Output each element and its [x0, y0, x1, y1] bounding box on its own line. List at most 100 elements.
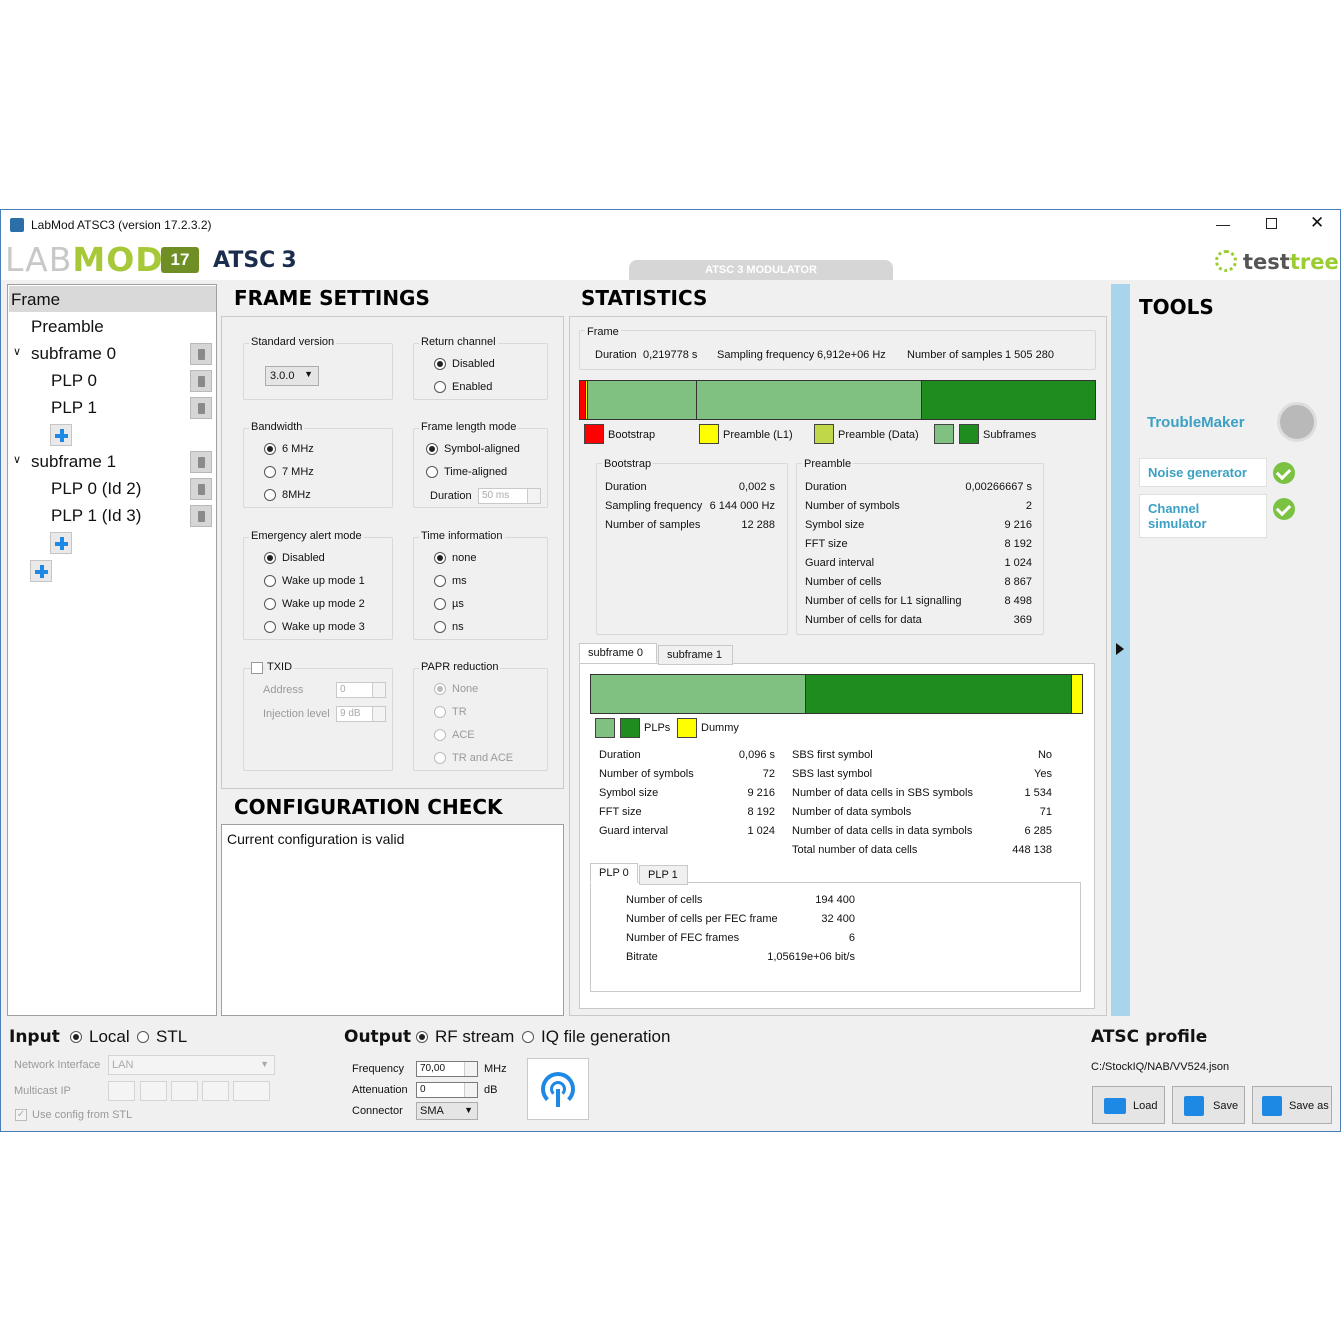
tab-subframe-0[interactable]: subframe 0	[579, 643, 657, 663]
stat-value: 194 400	[815, 894, 855, 906]
frame-samples-label: Number of samples	[907, 349, 1003, 361]
add-subframe-button[interactable]	[30, 560, 52, 582]
noise-generator-button[interactable]: Noise generator	[1139, 458, 1267, 487]
delete-subframe-1-button[interactable]	[190, 451, 212, 473]
return-channel-enabled-radio[interactable]	[434, 381, 446, 393]
app-icon	[10, 218, 24, 232]
plps-legend: PLPs	[644, 722, 671, 734]
expand-arrow-icon[interactable]	[1116, 643, 1124, 655]
delete-sf0-plp1-button[interactable]	[190, 397, 212, 419]
input-stl-radio[interactable]	[137, 1031, 149, 1043]
tree-item-sf1-plp0[interactable]: PLP 0 (Id 2)	[51, 479, 141, 499]
delete-sf1-plp1-button[interactable]	[190, 505, 212, 527]
frequency-spinbox[interactable]: 70,00	[416, 1061, 478, 1077]
bandwidth-6mhz-radio[interactable]	[264, 443, 276, 455]
input-local-label: Local	[89, 1027, 130, 1046]
multicast-ip-octet-1[interactable]	[108, 1081, 135, 1101]
maximize-button[interactable]	[1266, 218, 1277, 229]
chevron-down-icon[interactable]: ∨	[13, 453, 21, 466]
output-rf-label: RF stream	[435, 1027, 515, 1046]
injection-level-spinbox[interactable]: 9 dB	[336, 706, 386, 722]
wake-up-2-radio[interactable]	[264, 598, 276, 610]
use-config-checkbox[interactable]: ✓	[15, 1109, 27, 1121]
papr-ace-radio[interactable]	[434, 729, 446, 741]
tab-plp-1[interactable]: PLP 1	[639, 865, 688, 885]
tree-item-subframe-1[interactable]: subframe 1	[31, 452, 116, 472]
subframe-composition-bar	[590, 674, 1083, 714]
network-interface-select[interactable]: LAN ▼	[108, 1055, 275, 1075]
time-ns-label: ns	[452, 621, 464, 633]
time-aligned-radio[interactable]	[426, 466, 438, 478]
wake-up-3-radio[interactable]	[264, 621, 276, 633]
network-interface-label: Network Interface	[14, 1059, 101, 1071]
txid-checkbox[interactable]	[251, 662, 263, 674]
tab-subframe-1[interactable]: subframe 1	[658, 645, 733, 665]
load-button[interactable]: Load	[1092, 1086, 1165, 1124]
time-ms-label: ms	[452, 575, 467, 587]
output-iq-label: IQ file generation	[541, 1027, 671, 1046]
delete-sf0-plp0-button[interactable]	[190, 370, 212, 392]
add-plp-sf0-button[interactable]	[50, 424, 72, 446]
tree-item-preamble[interactable]: Preamble	[31, 317, 104, 337]
stat-label: Number of data cells in data symbols	[792, 825, 973, 837]
stat-label: Duration	[599, 749, 641, 761]
output-rf-radio[interactable]	[416, 1031, 428, 1043]
stat-label: Symbol size	[805, 519, 865, 531]
preamble-l1-swatch	[699, 424, 719, 444]
multicast-ip-octet-3[interactable]	[171, 1081, 198, 1101]
multicast-ip-port[interactable]	[233, 1081, 270, 1101]
multicast-ip-octet-4[interactable]	[202, 1081, 229, 1101]
output-title: Output	[344, 1027, 412, 1047]
bootstrap-stats-label: Bootstrap	[602, 458, 654, 470]
time-none-radio[interactable]	[434, 552, 446, 564]
delete-sf1-plp0-button[interactable]	[190, 478, 212, 500]
input-local-radio[interactable]	[70, 1031, 82, 1043]
stat-label: Number of cells for L1 signalling	[805, 595, 962, 607]
connector-select[interactable]: SMA ▼	[416, 1102, 478, 1120]
standard-version-select[interactable]: 3.0.0 ▼	[265, 366, 319, 386]
save-as-button[interactable]: Save as	[1252, 1086, 1332, 1124]
delete-subframe-0-button[interactable]	[190, 343, 212, 365]
return-channel-disabled-radio[interactable]	[434, 358, 446, 370]
bandwidth-7mhz-radio[interactable]	[264, 466, 276, 478]
time-ns-radio[interactable]	[434, 621, 446, 633]
troublemaker-icon[interactable]	[1277, 402, 1317, 442]
stat-label: Sampling frequency	[605, 500, 703, 512]
chevron-down-icon[interactable]: ∨	[13, 345, 21, 358]
atsc3-logo: ATSC 3	[213, 248, 297, 273]
wake-up-3-label: Wake up mode 3	[282, 621, 365, 633]
close-button[interactable]: ✕	[1310, 213, 1324, 233]
channel-simulator-button[interactable]: Channel simulator	[1139, 494, 1267, 538]
papr-none-radio[interactable]	[434, 683, 446, 695]
config-check-message: Current configuration is valid	[227, 831, 405, 847]
save-button[interactable]: Save	[1172, 1086, 1245, 1124]
wake-up-1-radio[interactable]	[264, 575, 276, 587]
duration-spinbox[interactable]: 50 ms	[478, 488, 541, 504]
output-iq-radio[interactable]	[522, 1031, 534, 1043]
tree-item-sf0-plp0[interactable]: PLP 0	[51, 371, 97, 391]
tree-panel: Frame Preamble ∨ subframe 0 PLP 0 PLP 1 …	[7, 284, 217, 1016]
multicast-ip-octet-2[interactable]	[140, 1081, 167, 1101]
troublemaker-label[interactable]: TroubleMaker	[1147, 414, 1245, 431]
address-spinbox[interactable]: 0	[336, 682, 386, 698]
time-ms-radio[interactable]	[434, 575, 446, 587]
symbol-aligned-radio[interactable]	[426, 443, 438, 455]
tree-item-frame-label[interactable]: Frame	[11, 290, 60, 310]
papr-tr-radio[interactable]	[434, 706, 446, 718]
emergency-disabled-radio[interactable]	[264, 552, 276, 564]
tree-item-sf1-plp1[interactable]: PLP 1 (Id 3)	[51, 506, 141, 526]
tree-item-subframe-0[interactable]: subframe 0	[31, 344, 116, 364]
connector-label: Connector	[352, 1105, 403, 1117]
txid-label: TXID	[265, 661, 295, 673]
bandwidth-8mhz-radio[interactable]	[264, 489, 276, 501]
attenuation-spinbox[interactable]: 0	[416, 1082, 478, 1098]
time-aligned-label: Time-aligned	[444, 466, 508, 478]
tree-item-sf0-plp1[interactable]: PLP 1	[51, 398, 97, 418]
papr-tr-ace-label: TR and ACE	[452, 752, 514, 764]
time-us-radio[interactable]	[434, 598, 446, 610]
add-plp-sf1-button[interactable]	[50, 532, 72, 554]
broadcast-button[interactable]	[527, 1058, 589, 1120]
minimize-button[interactable]: —	[1216, 216, 1236, 234]
papr-tr-ace-radio[interactable]	[434, 752, 446, 764]
tab-plp-0[interactable]: PLP 0	[590, 863, 638, 883]
